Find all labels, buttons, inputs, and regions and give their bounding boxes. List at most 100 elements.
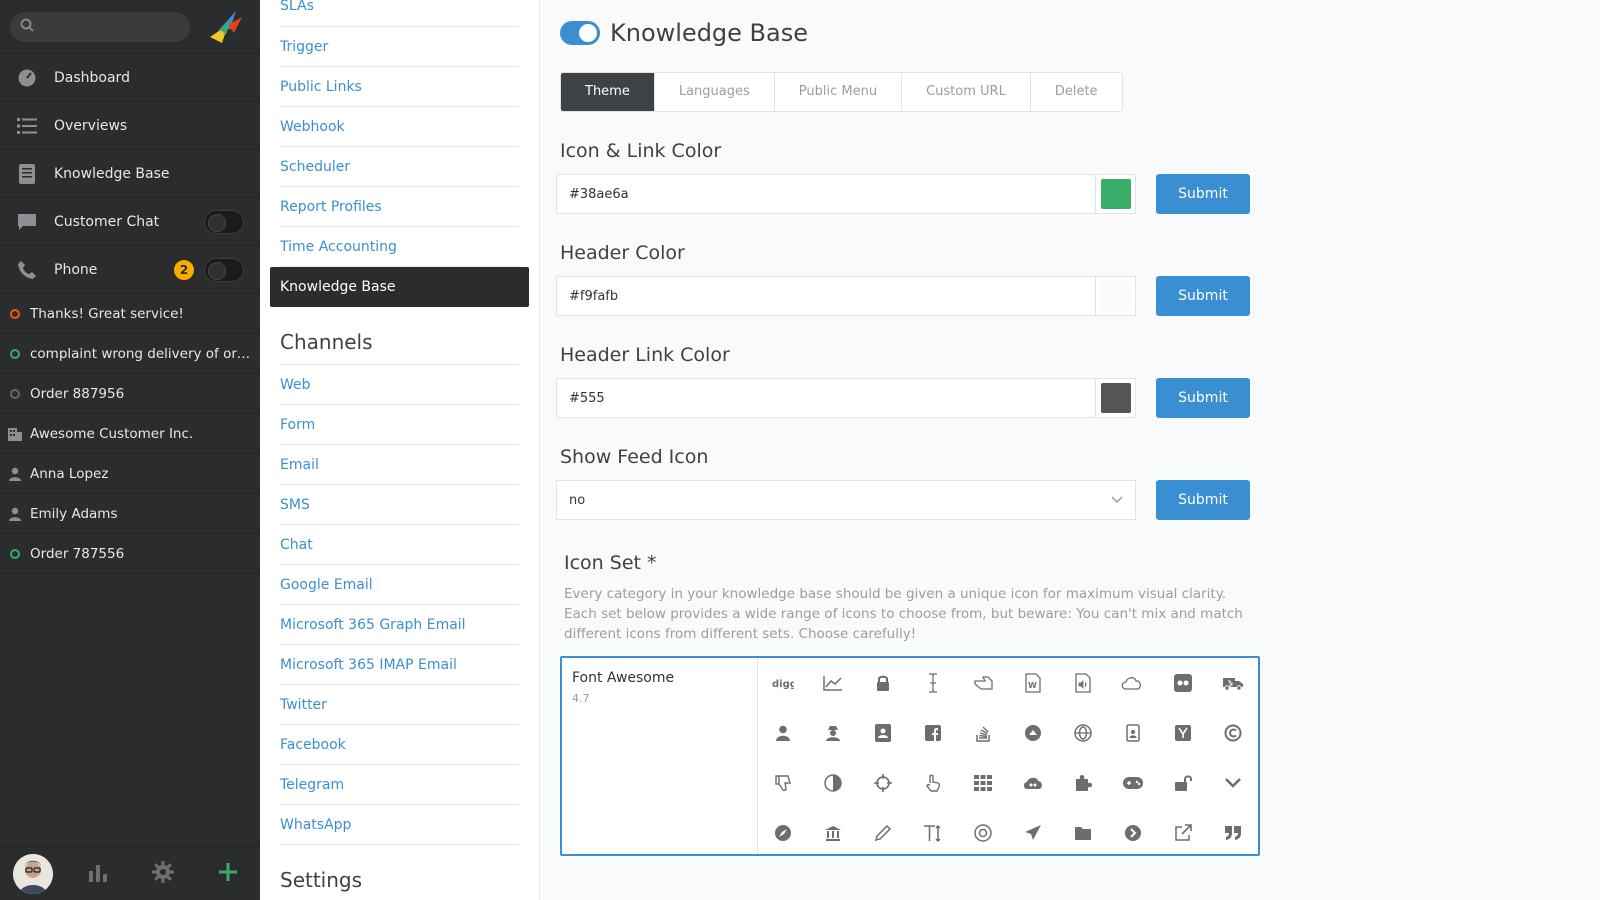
chevron-circle-right-icon[interactable] — [1108, 808, 1158, 858]
menu-link-trigger[interactable]: Trigger — [280, 27, 519, 67]
menu-link-microsoft-graph-email[interactable]: Microsoft 365 Graph Email — [280, 605, 519, 645]
chevron-down-icon[interactable] — [1208, 758, 1258, 808]
task-item[interactable]: Order 787556 — [0, 534, 260, 574]
search-input[interactable] — [42, 19, 190, 34]
copyright-icon[interactable] — [1208, 708, 1258, 758]
arrow-circle-up-icon[interactable] — [1008, 708, 1058, 758]
stack-overflow-icon[interactable] — [958, 708, 1008, 758]
menu-link-chat[interactable]: Chat — [280, 525, 519, 565]
hand-pointer-icon[interactable] — [908, 758, 958, 808]
header-color-input[interactable] — [557, 277, 1095, 315]
cloud-icon[interactable] — [1108, 658, 1158, 708]
avatar-button[interactable] — [0, 847, 65, 900]
y-combinator-icon[interactable] — [1158, 708, 1208, 758]
task-label: Thanks! Great service! — [30, 305, 184, 322]
menu-link-report-profiles[interactable]: Report Profiles — [280, 187, 519, 227]
gamepad-icon[interactable] — [1108, 758, 1158, 808]
paper-plane-icon[interactable] — [1008, 808, 1058, 858]
text-height-icon[interactable] — [908, 808, 958, 858]
menu-link-sms[interactable]: SMS — [280, 485, 519, 525]
share-square-icon[interactable] — [1158, 808, 1208, 858]
header-color-submit-button[interactable]: Submit — [1156, 276, 1250, 316]
logo[interactable] — [206, 7, 246, 47]
tab-languages[interactable]: Languages — [655, 73, 775, 111]
menu-link-knowledge-base[interactable]: Knowledge Base — [270, 267, 529, 307]
file-word-icon[interactable]: W — [1008, 658, 1058, 708]
settings-button[interactable] — [130, 847, 195, 900]
hand-o-left-icon[interactable] — [958, 658, 1008, 708]
customer-chat-toggle[interactable] — [204, 209, 244, 234]
menu-link-twitter[interactable]: Twitter — [280, 685, 519, 725]
task-item[interactable]: Anna Lopez — [0, 454, 260, 494]
menu-link-microsoft-imap-email[interactable]: Microsoft 365 IMAP Email — [280, 645, 519, 685]
i-cursor-icon[interactable] — [908, 658, 958, 708]
nav-customer-chat[interactable]: Customer Chat — [0, 198, 260, 246]
menu-link-public-links[interactable]: Public Links — [280, 67, 519, 107]
flickr-icon[interactable] — [1158, 658, 1208, 708]
menu-link-scheduler[interactable]: Scheduler — [280, 147, 519, 187]
task-item[interactable]: Emily Adams — [0, 494, 260, 534]
menu-link-email[interactable]: Email — [280, 445, 519, 485]
area-chart-icon[interactable] — [808, 658, 858, 708]
icon-link-color-input[interactable] — [557, 175, 1095, 213]
lock-icon[interactable] — [858, 658, 908, 708]
tab-custom-url[interactable]: Custom URL — [902, 73, 1031, 111]
digg-icon[interactable]: digg — [758, 658, 808, 708]
id-badge-icon[interactable] — [1108, 708, 1158, 758]
nav-dashboard[interactable]: Dashboard — [0, 54, 260, 102]
menu-link-form[interactable]: Form — [280, 405, 519, 445]
menu-link-facebook[interactable]: Facebook — [280, 725, 519, 765]
show-feed-icon-submit-button[interactable]: Submit — [1156, 480, 1250, 520]
menu-link-webhook[interactable]: Webhook — [280, 107, 519, 147]
menu-link-web[interactable]: Web — [280, 365, 519, 405]
icon-set-picker[interactable]: Font Awesome 4.7 digg W — [560, 656, 1260, 856]
header-link-color-input[interactable] — [557, 379, 1095, 417]
puzzle-piece-icon[interactable] — [1058, 758, 1108, 808]
quote-right-icon[interactable] — [1208, 808, 1258, 858]
tab-delete[interactable]: Delete — [1031, 73, 1122, 111]
menu-link-telegram[interactable]: Telegram — [280, 765, 519, 805]
add-button[interactable] — [195, 847, 260, 900]
knowledge-base-enable-toggle[interactable] — [560, 21, 600, 45]
nav-overviews[interactable]: Overviews — [0, 102, 260, 150]
file-audio-icon[interactable] — [1058, 658, 1108, 708]
compass-icon[interactable] — [758, 808, 808, 858]
task-item[interactable]: Thanks! Great service! — [0, 294, 260, 334]
nav-phone[interactable]: Phone 2 — [0, 246, 260, 294]
adjust-icon[interactable] — [808, 758, 858, 808]
task-item[interactable]: Order 887956 — [0, 374, 260, 414]
task-item[interactable]: Awesome Customer Inc. — [0, 414, 260, 454]
crosshairs-icon[interactable] — [858, 758, 908, 808]
menu-link-google-email[interactable]: Google Email — [280, 565, 519, 605]
address-book-icon[interactable] — [858, 708, 908, 758]
unlock-icon[interactable] — [1158, 758, 1208, 808]
thumbs-o-down-icon[interactable] — [758, 758, 808, 808]
ambulance-icon[interactable] — [1208, 658, 1258, 708]
university-icon[interactable] — [808, 808, 858, 858]
header-link-color-picker[interactable] — [1095, 379, 1135, 417]
task-item[interactable]: complaint wrong delivery of order — [0, 334, 260, 374]
header-color-picker[interactable] — [1095, 277, 1135, 315]
menu-link-whatsapp[interactable]: WhatsApp — [280, 805, 519, 845]
tab-public-menu[interactable]: Public Menu — [775, 73, 903, 111]
opera-icon[interactable] — [1058, 708, 1108, 758]
tab-theme[interactable]: Theme — [561, 73, 655, 111]
nav-knowledge-base[interactable]: Knowledge Base — [0, 150, 260, 198]
user-secret-icon[interactable] — [808, 708, 858, 758]
header-link-color-submit-button[interactable]: Submit — [1156, 378, 1250, 418]
th-icon[interactable] — [958, 758, 1008, 808]
menu-link-time-accounting[interactable]: Time Accounting — [280, 227, 519, 267]
phone-toggle[interactable] — [204, 257, 244, 282]
reports-button[interactable] — [65, 847, 130, 900]
show-feed-icon-select[interactable]: no — [556, 480, 1136, 520]
life-ring-icon[interactable] — [958, 808, 1008, 858]
menu-link-slas[interactable]: SLAs — [280, 0, 519, 27]
cloud-game-icon[interactable] — [1008, 758, 1058, 808]
icon-link-color-picker[interactable] — [1095, 175, 1135, 213]
pencil-icon[interactable] — [858, 808, 908, 858]
folder-icon[interactable] — [1058, 808, 1108, 858]
search-box[interactable] — [10, 11, 190, 42]
facebook-square-icon[interactable] — [908, 708, 958, 758]
user-icon[interactable] — [758, 708, 808, 758]
icon-link-color-submit-button[interactable]: Submit — [1156, 174, 1250, 214]
